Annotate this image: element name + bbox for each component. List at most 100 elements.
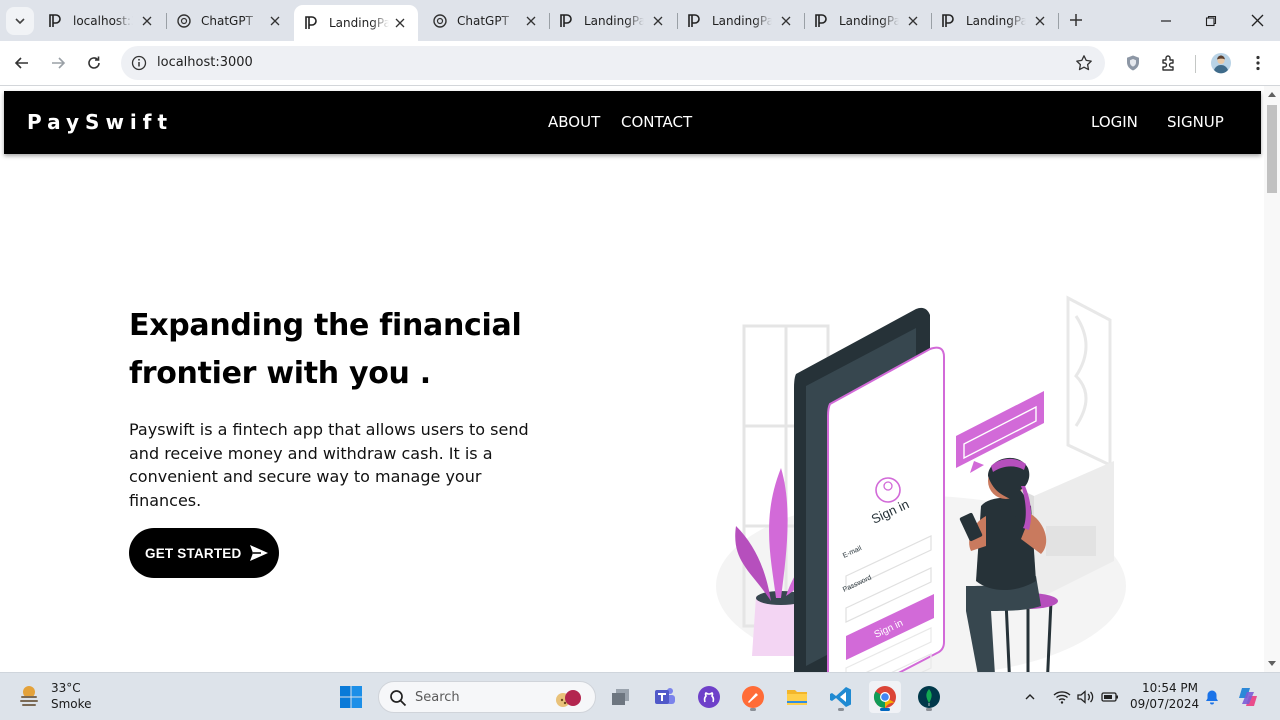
close-window-button[interactable]: [1234, 0, 1280, 41]
site-navbar: PaySwift ABOUT CONTACT LOGIN SIGNUP: [4, 91, 1261, 154]
file-explorer-button[interactable]: [781, 681, 813, 713]
search-highlight-icon: [556, 690, 581, 707]
taskbar-search-box[interactable]: Search: [378, 681, 596, 713]
back-button[interactable]: [8, 49, 36, 77]
volume-status[interactable]: [1076, 685, 1096, 709]
nav-signup-link[interactable]: SIGNUP: [1167, 113, 1224, 131]
chrome-icon: [874, 686, 896, 708]
notifications-button[interactable]: [1202, 685, 1222, 709]
close-icon[interactable]: [267, 13, 283, 29]
nav-login-link[interactable]: LOGIN: [1091, 113, 1138, 131]
tab-title: LandingPa: [584, 13, 644, 28]
scroll-up-arrow-icon[interactable]: [1268, 92, 1276, 97]
minimize-button[interactable]: [1143, 0, 1189, 41]
scroll-down-arrow-icon[interactable]: [1268, 661, 1276, 666]
mongodb-compass-button[interactable]: [913, 681, 945, 713]
github-desktop-button[interactable]: [693, 681, 725, 713]
nav-about-link[interactable]: ABOUT: [548, 113, 600, 131]
landing-favicon-icon: [304, 15, 320, 31]
postman-button[interactable]: [737, 681, 769, 713]
battery-status[interactable]: [1100, 685, 1120, 709]
battery-icon: [1101, 692, 1118, 702]
tab-title: LandingPa: [966, 13, 1026, 28]
reload-icon: [88, 56, 100, 69]
extensions-puzzle-icon[interactable]: [1158, 52, 1180, 74]
hero-title: Expanding the financial frontier with yo…: [129, 308, 522, 391]
tab-title: LandingPa: [329, 16, 389, 30]
close-icon[interactable]: [523, 13, 539, 29]
address-bar[interactable]: localhost:3000: [121, 46, 1105, 80]
weather-smoke-icon[interactable]: [18, 682, 44, 708]
restore-button[interactable]: [1188, 0, 1234, 41]
tab-title: ChatGPT: [201, 13, 253, 28]
landing-favicon-icon: [559, 13, 575, 29]
taskbar-search-placeholder: Search: [415, 690, 460, 705]
bell-icon: [1206, 690, 1218, 705]
reload-button[interactable]: [80, 49, 108, 77]
weather-temperature[interactable]: 33°C: [51, 681, 81, 695]
hero-description: Payswift is a fintech app that allows us…: [129, 420, 529, 510]
extension-shield-icon[interactable]: [1122, 52, 1144, 74]
forward-button[interactable]: [44, 49, 72, 77]
wifi-status[interactable]: [1052, 685, 1072, 709]
new-tab-button[interactable]: [1064, 8, 1088, 32]
running-indicator: [838, 708, 844, 711]
vscode-button[interactable]: [825, 681, 857, 713]
url-text[interactable]: localhost:3000: [157, 55, 253, 70]
browser-tab-8[interactable]: LandingPa: [931, 6, 1058, 35]
github-desktop-icon: [698, 686, 720, 708]
close-icon[interactable]: [650, 13, 666, 29]
close-icon[interactable]: [1032, 13, 1048, 29]
windows-start-button[interactable]: [335, 681, 367, 713]
bookmark-star-icon[interactable]: [1075, 54, 1093, 72]
show-hidden-icons-button[interactable]: [1020, 685, 1040, 709]
send-arrow-icon: [249, 543, 269, 563]
running-indicator: [926, 708, 932, 711]
browser-tab-7[interactable]: LandingPa: [804, 6, 931, 35]
browser-tab-6[interactable]: LandingPa: [677, 6, 804, 35]
vscode-icon: [830, 687, 851, 707]
restore-icon: [1205, 15, 1217, 26]
running-indicator: [750, 708, 756, 711]
brand-logo[interactable]: PaySwift: [27, 110, 173, 134]
landing-favicon-icon: [687, 13, 703, 29]
site-info-icon[interactable]: [129, 53, 149, 73]
browser-tab-strip: localhost:3 ChatGPT LandingPa ChatGPT La…: [0, 0, 1280, 41]
tab-title: LandingPa: [712, 13, 772, 28]
browser-tab-4[interactable]: ChatGPT: [422, 6, 549, 35]
nav-contact-link[interactable]: CONTACT: [621, 113, 692, 131]
weather-condition[interactable]: Smoke: [51, 697, 92, 711]
close-icon[interactable]: [905, 13, 921, 29]
tab-search-button[interactable]: [6, 7, 34, 35]
copilot-icon: [1239, 688, 1257, 706]
get-started-button[interactable]: GET STARTED: [129, 528, 279, 578]
profile-avatar-icon[interactable]: [1210, 52, 1232, 74]
scrollbar-thumb[interactable]: [1267, 105, 1277, 193]
browser-tab-2[interactable]: ChatGPT: [166, 6, 293, 35]
browser-tab-1[interactable]: localhost:3: [38, 6, 165, 35]
teams-button[interactable]: [649, 681, 681, 713]
kebab-menu-icon[interactable]: [1247, 52, 1269, 74]
chrome-button[interactable]: [869, 681, 901, 713]
minimize-icon: [1161, 19, 1171, 22]
clock-time[interactable]: 10:54 PM: [1134, 681, 1198, 695]
browser-tab-3[interactable]: LandingPa: [294, 5, 418, 41]
copilot-button[interactable]: [1236, 685, 1260, 709]
tab-title: ChatGPT: [457, 13, 509, 28]
landing-favicon-icon: [814, 13, 830, 29]
landing-favicon-icon: [48, 13, 64, 29]
close-icon[interactable]: [778, 13, 794, 29]
signin-phone-illustration: Sign in E-mail Password Sign in: [716, 295, 1126, 672]
chevron-down-icon: [15, 18, 25, 25]
landing-favicon-icon: [941, 13, 957, 29]
task-view-button[interactable]: [605, 681, 637, 713]
close-icon[interactable]: [139, 13, 155, 29]
clock-date[interactable]: 09/07/2024: [1130, 697, 1199, 711]
file-explorer-icon: [787, 690, 807, 705]
page-scrollbar[interactable]: [1264, 86, 1280, 672]
browser-tab-5[interactable]: LandingPa: [549, 6, 676, 35]
chatgpt-favicon-icon: [176, 13, 192, 29]
close-icon: [1251, 14, 1263, 27]
close-icon[interactable]: [392, 15, 408, 31]
wifi-icon: [1053, 691, 1071, 704]
